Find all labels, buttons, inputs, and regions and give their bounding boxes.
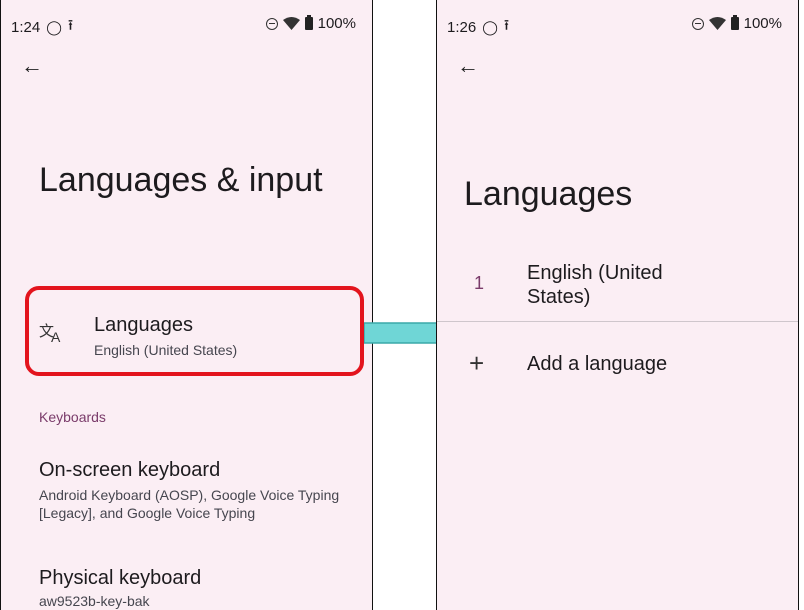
sim-icon: ◯ [482, 19, 498, 35]
language-index: 1 [474, 273, 485, 293]
physical-keyboard-title: Physical keyboard [39, 567, 202, 589]
battery-level: 100% [317, 15, 356, 32]
page-title: Languages & input [39, 161, 323, 199]
status-time: 1:26 [447, 19, 477, 36]
upload-icon: ⭱ [503, 17, 510, 34]
physical-keyboard-subtitle: aw9523b-key-bak [39, 593, 150, 609]
do-not-disturb-icon [691, 17, 704, 30]
status-bar: 1:26 ◯ ⭱ 100% [437, 0, 798, 40]
wifi-icon [282, 17, 300, 30]
do-not-disturb-icon [265, 17, 278, 30]
add-language-label: Add a language [527, 353, 668, 375]
language-name: English (United States) [527, 262, 663, 308]
status-time: 1:24 [11, 19, 41, 36]
languages-input-screen: 1:24 ◯ ⭱ 100% ← Languages & input 文 A La… [0, 0, 373, 610]
back-arrow-icon[interactable]: ← [21, 55, 43, 77]
wifi-icon [708, 17, 726, 30]
battery-icon [304, 15, 313, 30]
page-title: Languages [464, 175, 633, 213]
status-bar: 1:24 ◯ ⭱ 100% [1, 0, 372, 40]
section-keyboards: Keyboards [39, 409, 106, 425]
battery-level: 100% [743, 15, 782, 32]
onscreen-keyboard-subtitle: Android Keyboard (AOSP), Google Voice Ty… [39, 487, 340, 521]
upload-icon: ⭱ [67, 17, 74, 34]
highlight-box [25, 286, 364, 376]
languages-screen: 1:26 ◯ ⭱ 100% ← Languages 1 English (Uni… [436, 0, 799, 610]
divider [437, 321, 798, 322]
battery-icon [730, 15, 739, 30]
onscreen-keyboard-title: On-screen keyboard [39, 459, 221, 481]
back-arrow-icon[interactable]: ← [457, 55, 479, 77]
plus-icon: + [469, 348, 485, 378]
sim-icon: ◯ [46, 19, 62, 35]
